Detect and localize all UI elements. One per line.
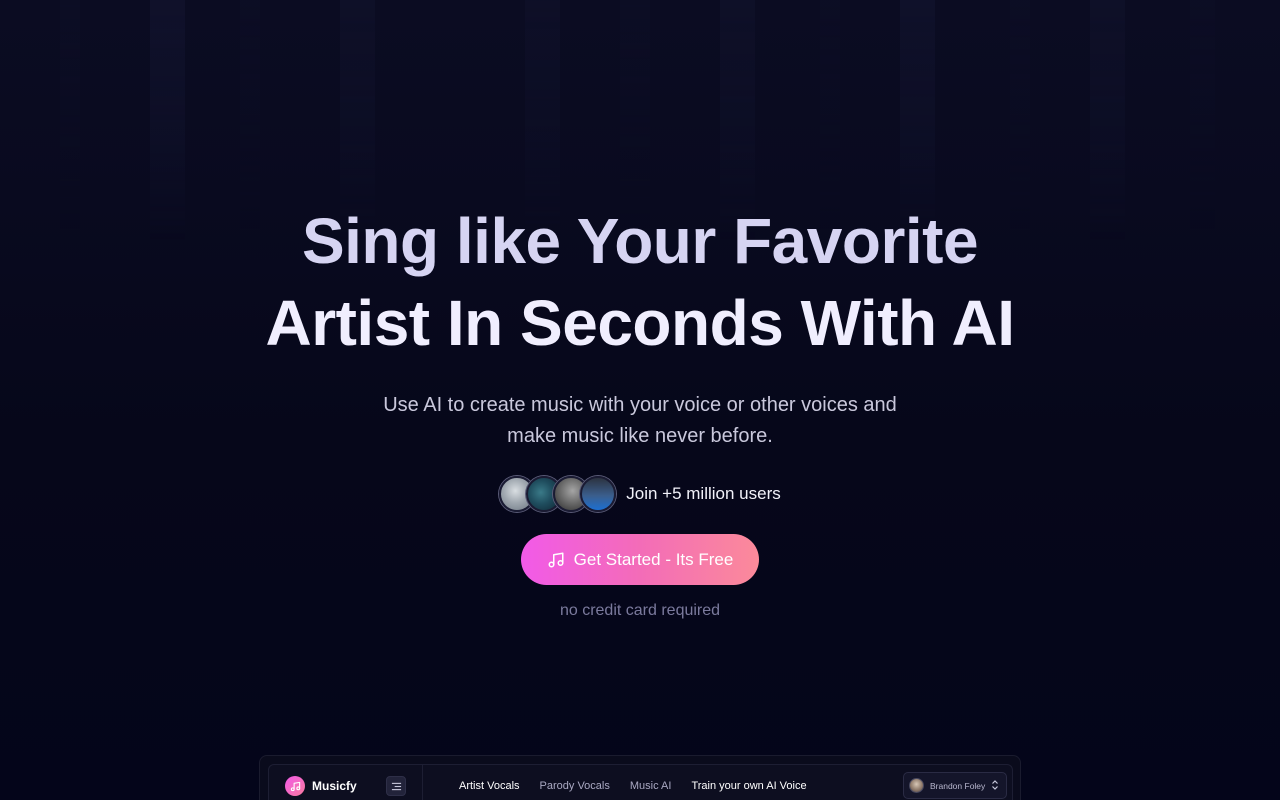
music-note-icon (547, 551, 565, 569)
user-account-selector[interactable]: Brandon Foley (903, 772, 1007, 799)
avatar (580, 476, 617, 512)
get-started-button[interactable]: Get Started - Its Free (521, 534, 759, 585)
hero-title-line-1: Sing like Your Favorite (301, 205, 979, 277)
app-preview-window: Musicfy Artist Vocals Parody Vocals Musi… (268, 764, 1013, 800)
app-brand-name: Musicfy (312, 779, 357, 793)
avatar (909, 778, 924, 793)
musicfy-logo-icon (285, 776, 305, 796)
avatar-stack (499, 475, 617, 513)
chevron-up-down-icon (992, 780, 998, 790)
app-preview: Musicfy Artist Vocals Parody Vocals Musi… (259, 755, 1021, 800)
background-streaks-back (0, 0, 1280, 230)
user-count-row: Join +5 million users (499, 475, 781, 513)
menu-icon (391, 782, 401, 790)
landing-page: Sing like Your Favorite Artist In Second… (0, 0, 1280, 800)
nav-tab-parody-vocals[interactable]: Parody Vocals (540, 780, 610, 792)
hero-subtitle: Use AI to create music with your voice o… (383, 394, 897, 447)
nav-tab-artist-vocals[interactable]: Artist Vocals (459, 780, 520, 792)
sidebar-toggle-button[interactable] (386, 776, 406, 796)
app-sidebar-header: Musicfy (269, 765, 423, 800)
users-count-label: Join +5 million users (626, 484, 781, 503)
no-credit-card-note: no credit card required (559, 602, 721, 619)
user-name: Brandon Foley (930, 780, 986, 791)
hero-title: Sing like Your Favorite Artist In Second… (265, 200, 1015, 364)
hero-title-line-2: Artist In Seconds With AI (265, 287, 1015, 359)
app-top-nav: Artist Vocals Parody Vocals Music AI Tra… (459, 780, 827, 792)
get-started-label: Get Started - Its Free (573, 549, 734, 569)
hero-section: Sing like Your Favorite Artist In Second… (0, 200, 1280, 620)
nav-tab-train-voice[interactable]: Train your own AI Voice (691, 780, 806, 792)
nav-tab-music-ai[interactable]: Music AI (630, 780, 672, 792)
